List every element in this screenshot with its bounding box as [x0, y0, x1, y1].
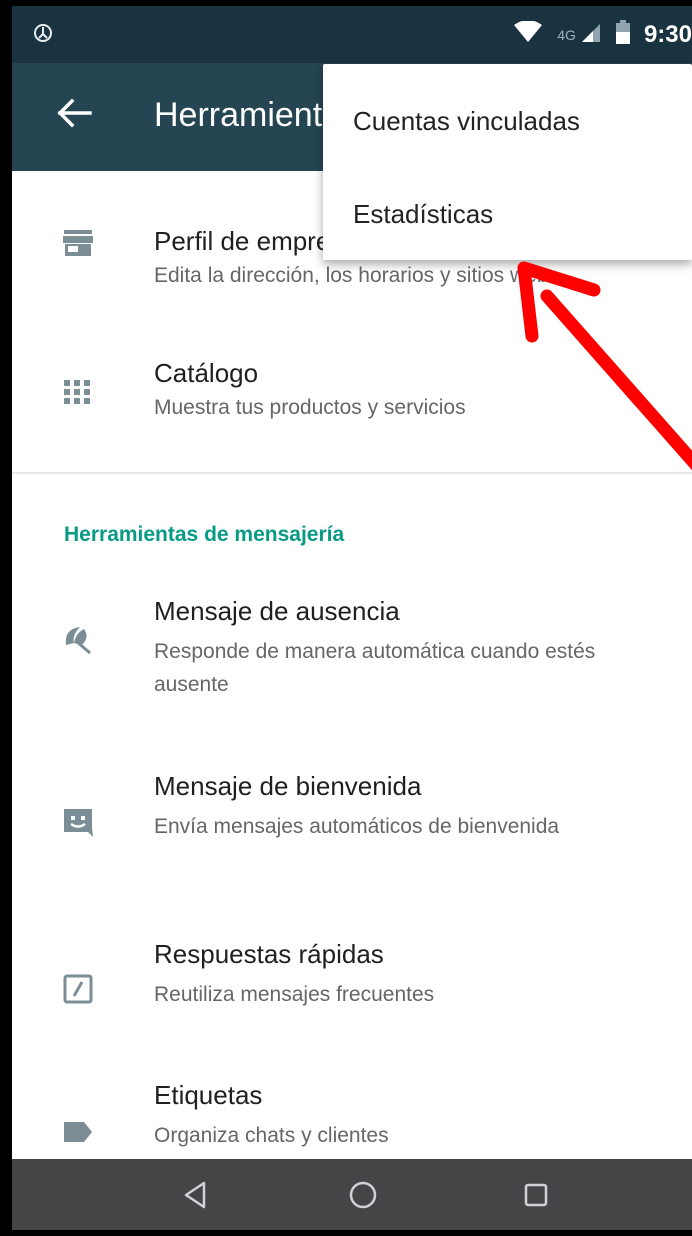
beach-umbrella-icon	[62, 623, 94, 655]
list-item-away-message[interactable]: Mensaje de ausencia Responde de manera a…	[12, 581, 692, 721]
item-title: Mensaje de bienvenida	[154, 771, 422, 801]
quick-reply-icon	[62, 973, 94, 1005]
section-divider	[12, 472, 692, 474]
item-subtitle: Muestra tus productos y servicios	[154, 396, 466, 419]
list-item-quick-replies[interactable]: Respuestas rápidas Reutiliza mensajes fr…	[12, 931, 692, 1041]
item-subtitle: Reutiliza mensajes frecuentes	[154, 983, 435, 1006]
system-nav-bar	[12, 1159, 692, 1230]
home-circle-icon[interactable]	[347, 1179, 379, 1211]
section-header: Herramientas de mensajería	[64, 523, 345, 546]
list-item-catalog[interactable]: Catálogo Muestra tus productos y servici…	[12, 331, 692, 451]
clock: 9:30	[643, 20, 692, 48]
item-subtitle: Envía mensajes automáticos de bienvenida	[154, 815, 560, 838]
smiley-message-icon	[62, 806, 94, 838]
menu-item-linked-accounts[interactable]: Cuentas vinculadas	[353, 106, 580, 137]
item-subtitle: Responde de manera automática cuando est…	[154, 640, 596, 696]
battery-icon	[615, 20, 630, 49]
grid-icon	[62, 376, 94, 408]
list-item-labels[interactable]: Etiquetas Organiza chats y clientes	[12, 1076, 692, 1156]
data-saver-icon	[32, 22, 54, 50]
menu-item-statistics[interactable]: Estadísticas	[353, 199, 493, 230]
back-arrow-icon[interactable]	[54, 93, 94, 133]
item-title: Etiquetas	[154, 1080, 263, 1110]
wifi-icon	[513, 20, 543, 48]
store-icon	[62, 227, 94, 259]
back-triangle-icon[interactable]	[180, 1179, 212, 1211]
phone-screen: 4G 9:30 Herramientas para la empresa	[12, 6, 692, 1230]
network-type-label: 4G	[557, 26, 576, 43]
item-title: Catálogo	[154, 358, 259, 388]
item-subtitle: Organiza chats y clientes	[154, 1124, 389, 1147]
item-title: Respuestas rápidas	[154, 939, 384, 969]
item-subtitle: Edita la dirección, los horarios y sitio…	[154, 264, 549, 287]
item-title: Mensaje de ausencia	[154, 596, 400, 626]
label-icon	[62, 1116, 94, 1148]
signal-icon	[580, 21, 602, 48]
overflow-menu: Cuentas vinculadas Estadísticas	[323, 64, 692, 260]
status-bar: 4G 9:30	[12, 6, 692, 63]
recents-square-icon[interactable]	[520, 1179, 552, 1211]
list-item-welcome-message[interactable]: Mensaje de bienvenida Envía mensajes aut…	[12, 761, 692, 901]
